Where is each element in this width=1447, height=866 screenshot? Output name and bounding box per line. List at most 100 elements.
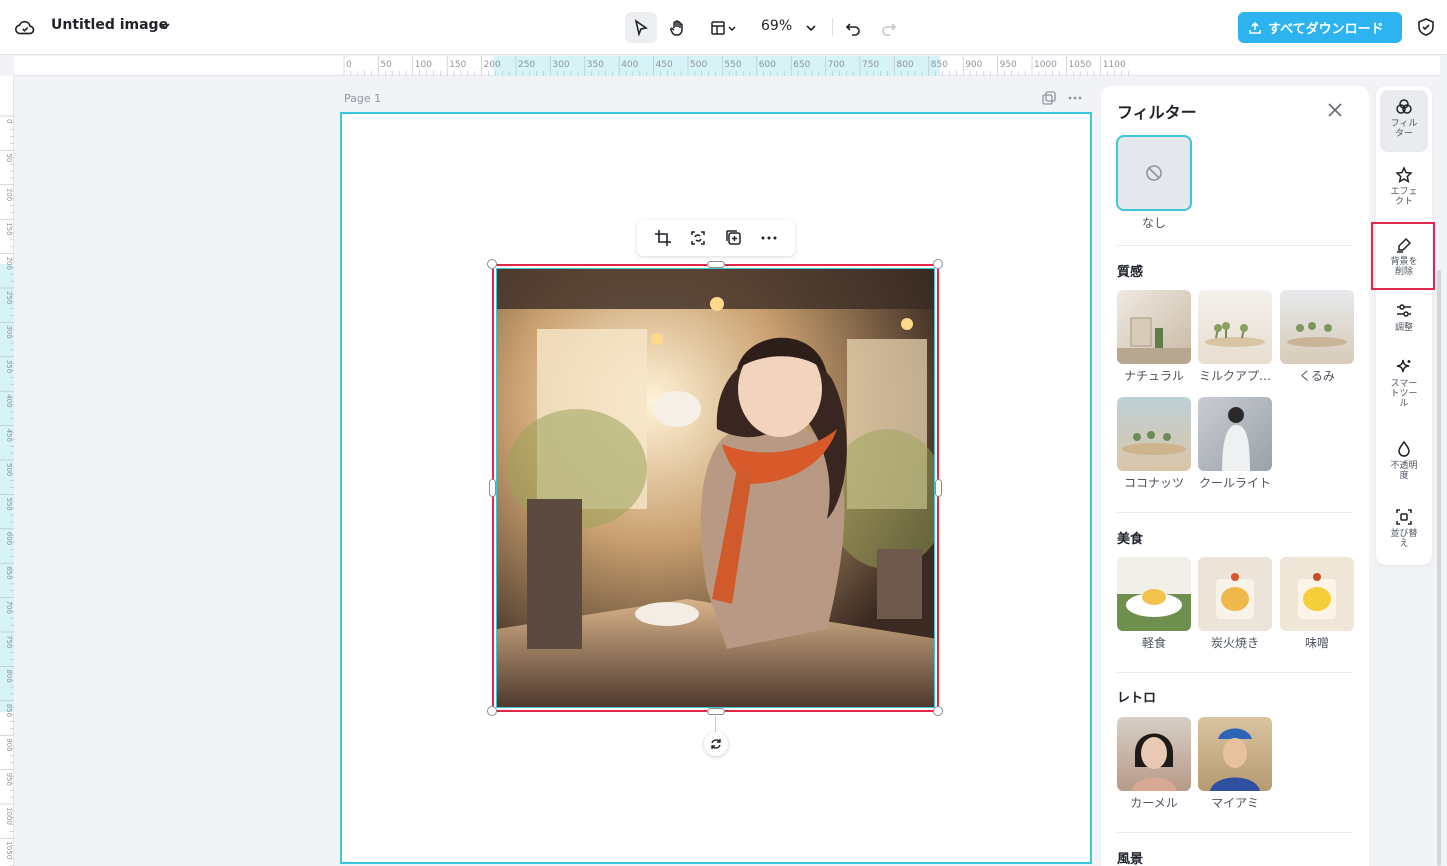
redo-button[interactable]	[878, 12, 900, 43]
section-title-texture: 質感	[1117, 265, 1144, 280]
resize-handle-left[interactable]	[489, 479, 496, 497]
ruler-tick-label: 900	[5, 738, 13, 751]
image-context-toolbar	[637, 220, 795, 256]
zoom-level[interactable]: 69%	[761, 18, 792, 34]
resize-handle-right[interactable]	[935, 479, 942, 497]
rail-item-arrange[interactable]: 並び替え	[1380, 502, 1428, 560]
ruler-tick-label: 700	[5, 601, 13, 614]
toolbar-divider	[832, 18, 833, 36]
resize-handle-top-right[interactable]	[933, 259, 943, 269]
rail-label-opacity: 不透明度	[1390, 461, 1418, 481]
top-bar: Untitled image 69% すべてダウンロード	[0, 0, 1447, 55]
filter-thumb-coconut[interactable]	[1117, 397, 1191, 471]
selected-image[interactable]	[492, 264, 939, 712]
resize-handle-top-left[interactable]	[487, 259, 497, 269]
highlight-box	[1371, 222, 1435, 290]
illustration-artwork	[497, 269, 934, 707]
rail-label-smart-tools: スマートツール	[1390, 379, 1418, 409]
ruler-tick-label: 850	[5, 704, 13, 717]
filter-thumb-charcoal-grill[interactable]	[1198, 557, 1272, 631]
rail-item-smart-tools[interactable]: スマートツール	[1380, 352, 1428, 422]
rotate-handle[interactable]	[704, 732, 728, 756]
rail-item-adjust[interactable]: 調整	[1380, 296, 1428, 342]
ruler-tick-label: 0	[5, 119, 13, 123]
rail-label-arrange: 並び替え	[1390, 529, 1418, 549]
resize-handle-bottom-left[interactable]	[487, 706, 497, 716]
filter-thumb-caramel[interactable]	[1117, 717, 1191, 791]
more-icon[interactable]	[760, 229, 778, 247]
filter-label-walnut: くるみ	[1299, 369, 1335, 383]
filter-thumb-natural[interactable]	[1117, 290, 1191, 364]
more-icon[interactable]	[1067, 90, 1083, 106]
ruler-tick-label: 850	[931, 60, 948, 70]
ruler-tick-label: 350	[5, 360, 13, 373]
filter-thumb-milk-apple[interactable]	[1198, 290, 1272, 364]
ruler-tick-label: 550	[5, 497, 13, 510]
ruler-tick-label: 600	[759, 60, 776, 70]
hand-icon	[670, 19, 683, 36]
pointer-icon	[634, 18, 648, 37]
scrollbar[interactable]	[1437, 270, 1441, 866]
ruler-tick-label: 900	[965, 60, 982, 70]
page-actions	[1041, 90, 1083, 106]
ruler-tick-label: 200	[5, 257, 13, 270]
section-title-food: 美食	[1117, 532, 1144, 547]
filter-thumb-light-meal[interactable]	[1117, 557, 1191, 631]
droplet-icon	[1398, 440, 1410, 457]
ruler-tick-label: 50	[380, 60, 392, 70]
shield-icon[interactable]	[1416, 17, 1436, 37]
rail-item-filter[interactable]: フィルター	[1380, 90, 1428, 152]
rotate-icon	[711, 739, 721, 749]
chevron-down-icon[interactable]	[158, 19, 172, 33]
ruler-tick-label: 100	[5, 188, 13, 201]
replace-image-icon[interactable]	[689, 229, 707, 247]
resize-handle-bottom-right[interactable]	[933, 706, 943, 716]
close-icon[interactable]	[1327, 102, 1343, 118]
redo-icon	[882, 22, 897, 36]
sliders-icon	[1397, 304, 1411, 317]
filter-panel: フィルター なし 質感 ナチュラル ミルクアプ… くるみ ココナッツ クールライ…	[1101, 86, 1369, 866]
resize-handle-bottom[interactable]	[707, 708, 725, 715]
filter-thumb-walnut[interactable]	[1280, 290, 1354, 364]
ruler-tick-label: 250	[5, 291, 13, 304]
page-label: Page 1	[344, 92, 382, 105]
duplicate-page-icon[interactable]	[1041, 90, 1057, 106]
ruler-tick-label: 800	[896, 60, 913, 70]
document-title[interactable]: Untitled image	[51, 17, 168, 33]
horizontal-ruler: 0 50 100 150 200 250 300 350 400 450 500 550 600 650 7…	[14, 56, 1440, 76]
vertical-ruler-ticks: 0 50 100 150 200 250 300 350 400 450 500 550 600 650 7…	[0, 115, 14, 866]
hand-tool-button[interactable]	[662, 12, 692, 43]
filter-thumb-cool-light[interactable]	[1198, 397, 1272, 471]
duplicate-icon[interactable]	[725, 229, 743, 247]
cloud-icon[interactable]	[14, 17, 36, 39]
star-sparkle-icon	[1395, 166, 1413, 183]
resize-handle-top[interactable]	[707, 261, 725, 268]
thumb-milk-apple-image	[1205, 322, 1265, 347]
ruler-tick-label: 450	[5, 429, 13, 442]
zoom-dropdown[interactable]	[802, 12, 820, 43]
section-divider	[1117, 245, 1353, 246]
panel-title: フィルター	[1117, 103, 1197, 122]
undo-button[interactable]	[842, 12, 864, 43]
rail-item-opacity[interactable]: 不透明度	[1380, 434, 1428, 492]
ruler-tick-label: 150	[5, 222, 13, 235]
filter-none-tile[interactable]	[1116, 135, 1192, 211]
filter-thumb-miami[interactable]	[1198, 717, 1272, 791]
chevron-down-icon	[806, 24, 816, 31]
filter-thumb-miso[interactable]	[1280, 557, 1354, 631]
download-all-button[interactable]: すべてダウンロード	[1238, 12, 1402, 43]
ruler-tick-label: 700	[828, 60, 845, 70]
download-all-label: すべてダウンロード	[1268, 22, 1384, 37]
rail-item-effect[interactable]: エフェクト	[1380, 158, 1428, 220]
crop-icon[interactable]	[654, 229, 672, 247]
ruler-tick-label: 250	[518, 60, 535, 70]
section-divider	[1117, 672, 1353, 673]
rotate-connector	[715, 716, 716, 732]
vertical-ruler: 0 50 100 150 200 250 300 350 400 450 500 550 600 650 7…	[0, 76, 14, 866]
ruler-tick-label: 400	[621, 60, 638, 70]
upload-icon	[1249, 21, 1261, 34]
layout-tool-button[interactable]	[702, 12, 744, 43]
filter-none-label: なし	[1141, 216, 1166, 230]
thumb-miami-image	[1210, 728, 1260, 791]
select-tool-button[interactable]	[625, 12, 657, 43]
